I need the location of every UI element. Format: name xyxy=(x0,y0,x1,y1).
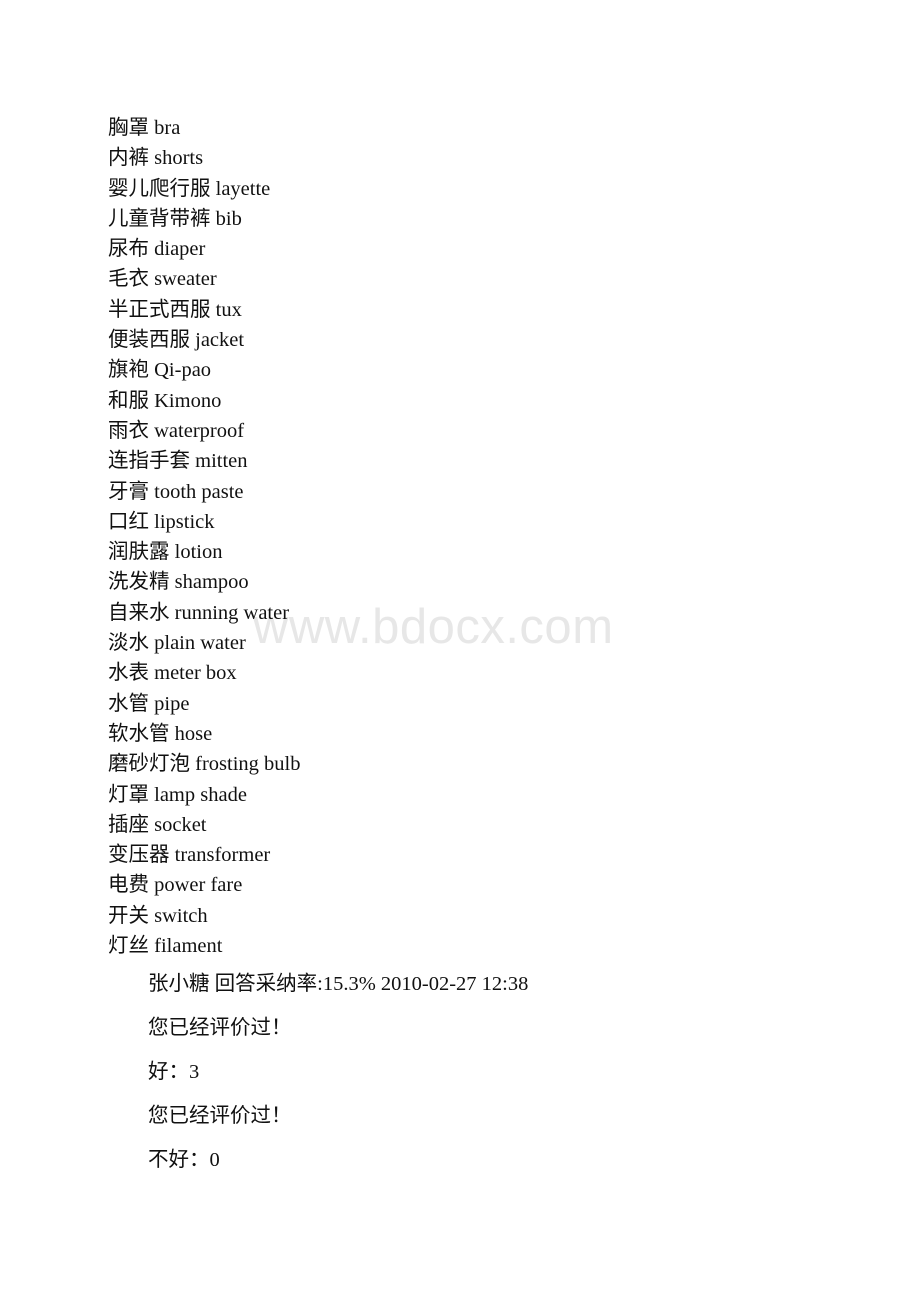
list-item: 尿布 diaper xyxy=(108,238,206,261)
rated-notice-bad: 您已经评价过！ xyxy=(148,1105,292,1127)
document-page: www.bdocx.com 胸罩 bra 内裤 shorts 婴儿爬行服 lay… xyxy=(0,0,920,1302)
list-item: 灯罩 lamp shade xyxy=(108,783,247,806)
list-item: 软水管 hose xyxy=(108,722,213,745)
list-item: 磨砂灯泡 frosting bulb xyxy=(108,753,301,776)
list-item: 水管 pipe xyxy=(108,692,190,715)
list-item: 内裤 shorts xyxy=(108,147,204,170)
list-item: 和服 Kimono xyxy=(108,389,222,412)
list-item: 连指手套 mitten xyxy=(108,450,248,473)
list-item: 水表 meter box xyxy=(108,662,237,685)
list-item: 变压器 transformer xyxy=(108,844,271,867)
vocabulary-list: 胸罩 bra 内裤 shorts 婴儿爬行服 layette 儿童背带裤 bib… xyxy=(108,113,808,961)
bad-rating: 不好：0 xyxy=(148,1149,220,1171)
list-item: 电费 power fare xyxy=(108,874,243,897)
rated-notice-good: 您已经评价过！ xyxy=(148,1017,292,1039)
list-item: 灯丝 filament xyxy=(108,935,223,958)
good-rating: 好：3 xyxy=(148,1061,200,1083)
list-item: 毛衣 sweater xyxy=(108,268,217,291)
list-item: 牙膏 tooth paste xyxy=(108,480,244,503)
list-item: 胸罩 bra xyxy=(108,117,181,139)
list-item: 洗发精 shampoo xyxy=(108,571,249,594)
list-item: 便装西服 jacket xyxy=(108,329,245,352)
list-item: 口红 lipstick xyxy=(108,510,215,533)
list-item: 半正式西服 tux xyxy=(108,298,242,321)
list-item: 雨衣 waterproof xyxy=(108,419,245,442)
list-item: 润肤露 lotion xyxy=(108,541,223,564)
list-item: 儿童背带裤 bib xyxy=(108,207,242,230)
list-item: 插座 socket xyxy=(108,813,207,836)
list-item: 自来水 running water xyxy=(108,601,290,624)
answer-meta: 张小糖 回答采纳率:15.3% 2010-02-27 12:38 xyxy=(148,973,529,995)
answer-footer: 张小糖 回答采纳率:15.3% 2010-02-27 12:38 您已经评价过！… xyxy=(148,962,848,1182)
list-item: 旗袍 Qi-pao xyxy=(108,359,212,382)
list-item: 婴儿爬行服 layette xyxy=(108,177,271,200)
list-item: 淡水 plain water xyxy=(108,632,246,655)
list-item: 开关 switch xyxy=(108,904,208,927)
